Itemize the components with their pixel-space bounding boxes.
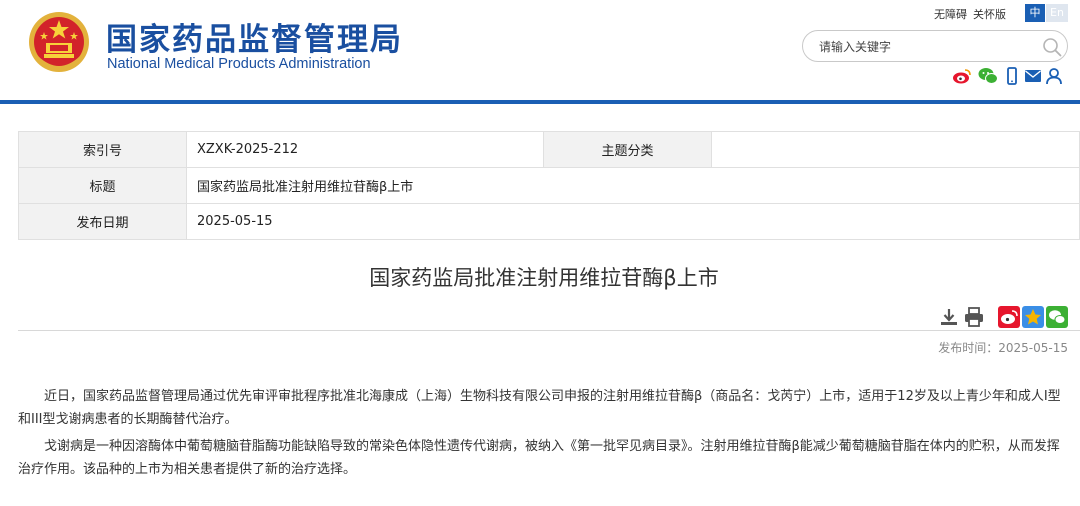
brand-name-en[interactable]: National Medical Products Administration	[107, 56, 371, 72]
publish-time-value: 2025-05-15	[998, 341, 1068, 355]
category-label: 主题分类	[543, 131, 712, 168]
share-wechat-icon[interactable]	[1046, 306, 1068, 328]
mail-icon[interactable]	[1023, 67, 1043, 85]
mobile-icon[interactable]	[1002, 67, 1022, 85]
top-links: 无障碍 关怀版	[934, 6, 1012, 22]
wechat-icon[interactable]	[978, 67, 998, 85]
index-value: XZXK-2025-212	[186, 131, 544, 168]
publish-time-label: 发布时间：	[938, 341, 999, 355]
weibo-icon[interactable]	[952, 67, 972, 85]
share-qzone-icon[interactable]	[1022, 306, 1044, 328]
search-input[interactable]	[819, 37, 1029, 57]
care-version-link[interactable]: 关怀版	[973, 8, 1006, 21]
publish-time: 发布时间：2025-05-15	[938, 339, 1068, 356]
brand-name-cn[interactable]: 国家药品监督管理局	[106, 14, 403, 59]
document-info-table: 索引号 XZXK-2025-212 主题分类 标题 国家药监局批准注射用维拉苷酶…	[18, 131, 1080, 240]
info-row-title: 标题 国家药监局批准注射用维拉苷酶β上市	[18, 167, 1080, 204]
accessibility-link[interactable]: 无障碍	[934, 8, 967, 21]
info-row-date: 发布日期 2025-05-15	[18, 203, 1080, 240]
header-divider	[0, 100, 1080, 104]
share-weibo-icon[interactable]	[998, 306, 1020, 328]
lang-en-button[interactable]: En	[1046, 4, 1068, 22]
site-header: 国家药品监督管理局 National Medical Products Admi…	[0, 0, 1080, 102]
category-value	[711, 131, 1080, 168]
user-icon[interactable]	[1044, 67, 1064, 85]
lang-cn-button[interactable]: 中	[1025, 4, 1045, 22]
search-box	[802, 30, 1068, 62]
article-paragraph: 戈谢病是一种因溶酶体中葡萄糖脑苷脂酶功能缺陷导致的常染色体隐性遗传代谢病，被纳入…	[18, 439, 1060, 477]
article-divider	[18, 330, 1080, 331]
date-label: 发布日期	[18, 203, 187, 240]
title-label: 标题	[18, 167, 187, 204]
date-value: 2025-05-15	[186, 203, 1080, 240]
print-icon[interactable]	[963, 306, 985, 328]
article-title: 国家药监局批准注射用维拉苷酶β上市	[369, 266, 719, 290]
info-row-index: 索引号 XZXK-2025-212 主题分类	[18, 131, 1080, 168]
search-icon[interactable]	[1041, 36, 1063, 58]
national-emblem-icon	[29, 12, 89, 72]
article-body: 近日，国家药品监督管理局通过优先审评审批程序批准北海康成（上海）生物科技有限公司…	[18, 385, 1070, 485]
index-label: 索引号	[18, 131, 187, 168]
download-icon[interactable]	[938, 306, 960, 328]
article-paragraph: 近日，国家药品监督管理局通过优先审评审批程序批准北海康成（上海）生物科技有限公司…	[18, 389, 1061, 427]
title-value: 国家药监局批准注射用维拉苷酶β上市	[186, 167, 1080, 204]
